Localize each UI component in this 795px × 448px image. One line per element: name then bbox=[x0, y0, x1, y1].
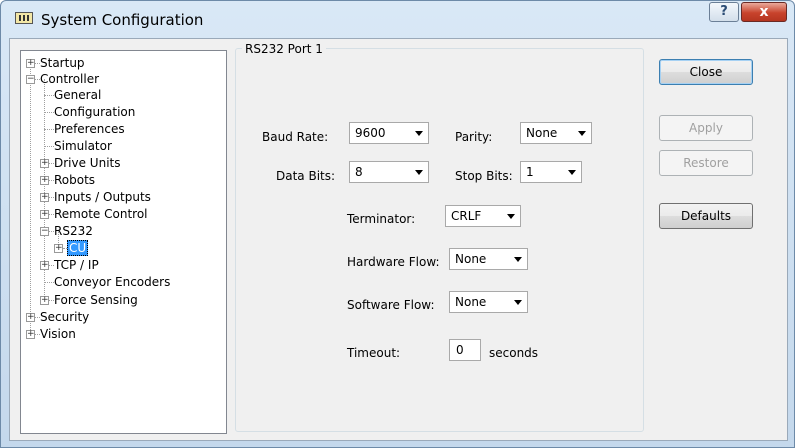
dropdown-arrow-icon bbox=[514, 257, 522, 262]
title-bar[interactable]: System Configuration ? x bbox=[1, 1, 794, 37]
parity-label: Parity: bbox=[455, 130, 493, 144]
system-configuration-window: System Configuration ? x + Startup − Con… bbox=[0, 0, 795, 448]
baud-rate-label: Baud Rate: bbox=[262, 130, 329, 144]
group-title: RS232 Port 1 bbox=[242, 42, 326, 56]
baud-rate-select[interactable]: 9600 bbox=[349, 122, 429, 144]
tree-item-cu[interactable]: + CU bbox=[54, 240, 89, 256]
dropdown-arrow-icon bbox=[514, 300, 522, 305]
window-title: System Configuration bbox=[41, 11, 204, 29]
timeout-unit: seconds bbox=[489, 346, 539, 360]
hardware-flow-label: Hardware Flow: bbox=[347, 255, 440, 269]
timeout-label: Timeout: bbox=[347, 346, 401, 360]
config-tree[interactable]: + Startup − Controller General Configura… bbox=[20, 50, 227, 434]
close-button[interactable]: Close bbox=[659, 59, 753, 85]
tree-item-rs232[interactable]: − RS232 bbox=[40, 223, 94, 239]
tree-item-configuration[interactable]: Configuration bbox=[40, 104, 136, 120]
restore-button[interactable]: Restore bbox=[659, 150, 753, 176]
tree-item-conveyor-encoders[interactable]: Conveyor Encoders bbox=[40, 274, 171, 290]
tree-item-security[interactable]: + Security bbox=[26, 309, 90, 325]
expand-icon[interactable]: + bbox=[26, 330, 35, 339]
stop-bits-select[interactable]: 1 bbox=[520, 161, 582, 183]
terminator-select[interactable]: CRLF bbox=[445, 205, 521, 227]
tree-item-remote-control[interactable]: + Remote Control bbox=[40, 206, 149, 222]
help-button[interactable]: ? bbox=[709, 2, 739, 22]
dropdown-arrow-icon bbox=[578, 131, 586, 136]
dropdown-arrow-icon bbox=[568, 170, 576, 175]
app-icon bbox=[15, 12, 33, 24]
apply-button[interactable]: Apply bbox=[659, 115, 753, 141]
dialog-client-area: + Startup − Controller General Configura… bbox=[9, 38, 788, 441]
tree-item-drive-units[interactable]: + Drive Units bbox=[40, 155, 122, 171]
tree-line bbox=[30, 63, 31, 330]
tree-item-preferences[interactable]: Preferences bbox=[40, 121, 126, 137]
tree-item-startup[interactable]: + Startup bbox=[26, 55, 86, 71]
collapse-icon[interactable]: − bbox=[26, 75, 35, 84]
timeout-input[interactable]: 0 bbox=[449, 339, 481, 361]
dropdown-arrow-icon bbox=[507, 214, 515, 219]
window-close-button[interactable]: x bbox=[741, 2, 787, 22]
stop-bits-label: Stop Bits: bbox=[455, 169, 513, 183]
collapse-icon[interactable]: − bbox=[40, 227, 49, 236]
tree-item-inputs-outputs[interactable]: + Inputs / Outputs bbox=[40, 189, 152, 205]
expand-icon[interactable]: + bbox=[40, 296, 49, 305]
tree-item-controller[interactable]: − Controller bbox=[26, 71, 100, 87]
dropdown-arrow-icon bbox=[415, 131, 423, 136]
defaults-button[interactable]: Defaults bbox=[659, 203, 753, 229]
tree-item-general[interactable]: General bbox=[40, 87, 102, 103]
tree-item-force-sensing[interactable]: + Force Sensing bbox=[40, 292, 139, 308]
tree-item-robots[interactable]: + Robots bbox=[40, 172, 96, 188]
parity-select[interactable]: None bbox=[520, 122, 592, 144]
expand-icon[interactable]: + bbox=[40, 210, 49, 219]
hardware-flow-select[interactable]: None bbox=[449, 248, 528, 270]
expand-icon[interactable]: + bbox=[40, 261, 49, 270]
expand-icon[interactable]: + bbox=[26, 313, 35, 322]
expand-icon[interactable]: + bbox=[40, 193, 49, 202]
terminator-label: Terminator: bbox=[347, 212, 416, 226]
expand-icon[interactable]: + bbox=[40, 159, 49, 168]
software-flow-select[interactable]: None bbox=[449, 291, 528, 313]
dropdown-arrow-icon bbox=[415, 170, 423, 175]
software-flow-label: Software Flow: bbox=[347, 298, 435, 312]
tree-item-tcp-ip[interactable]: + TCP / IP bbox=[40, 257, 100, 273]
expand-icon[interactable]: + bbox=[40, 176, 49, 185]
expand-icon[interactable]: + bbox=[54, 244, 63, 253]
tree-item-vision[interactable]: + Vision bbox=[26, 326, 77, 342]
data-bits-select[interactable]: 8 bbox=[349, 161, 429, 183]
rs232-port-group bbox=[235, 48, 644, 432]
tree-item-simulator[interactable]: Simulator bbox=[40, 138, 113, 154]
data-bits-label: Data Bits: bbox=[276, 169, 336, 183]
expand-icon[interactable]: + bbox=[26, 59, 35, 68]
